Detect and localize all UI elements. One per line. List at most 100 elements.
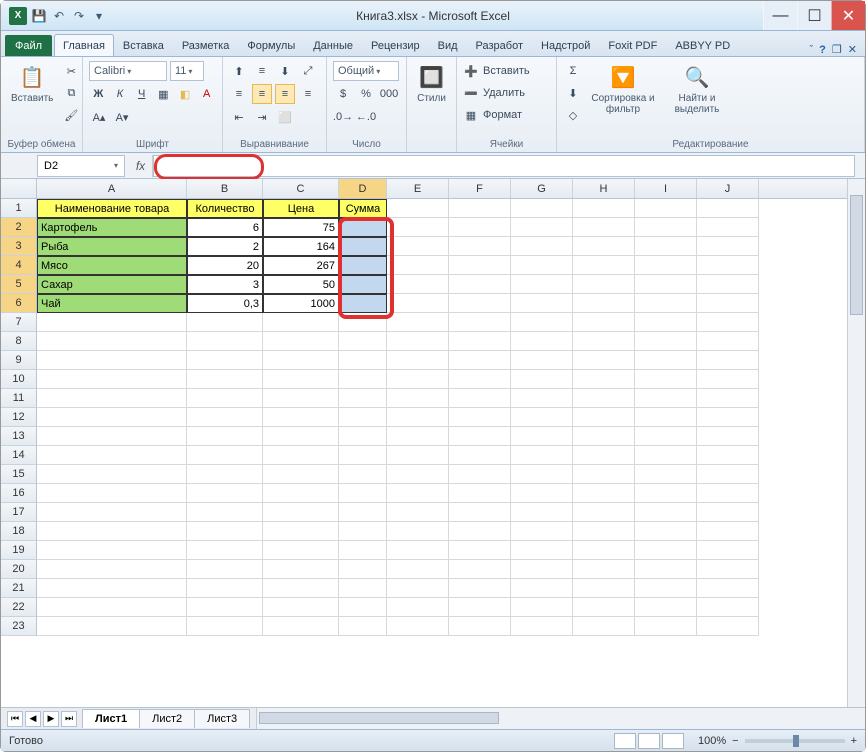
ribbon-tab-6[interactable]: Вид <box>429 34 467 56</box>
cell-B16[interactable] <box>187 484 263 503</box>
cell-C11[interactable] <box>263 389 339 408</box>
row-header-11[interactable]: 11 <box>1 389 37 408</box>
cell-A2[interactable]: Картофель <box>37 218 187 237</box>
cell-C4[interactable]: 267 <box>263 256 339 275</box>
cell-H20[interactable] <box>573 560 635 579</box>
cell-H3[interactable] <box>573 237 635 256</box>
cell-J1[interactable] <box>697 199 759 218</box>
cell-J12[interactable] <box>697 408 759 427</box>
cell-I4[interactable] <box>635 256 697 275</box>
cell-I6[interactable] <box>635 294 697 313</box>
cell-F14[interactable] <box>449 446 511 465</box>
cell-E20[interactable] <box>387 560 449 579</box>
fx-button[interactable]: fx <box>129 155 153 177</box>
cell-A8[interactable] <box>37 332 187 351</box>
cell-B21[interactable] <box>187 579 263 598</box>
column-header-J[interactable]: J <box>697 179 759 198</box>
normal-view-button[interactable] <box>614 733 636 749</box>
cell-A4[interactable]: Мясо <box>37 256 187 275</box>
row-header-17[interactable]: 17 <box>1 503 37 522</box>
cell-A15[interactable] <box>37 465 187 484</box>
cell-C12[interactable] <box>263 408 339 427</box>
cell-J10[interactable] <box>697 370 759 389</box>
vertical-scrollbar[interactable] <box>847 179 865 707</box>
zoom-in-button[interactable]: + <box>851 735 857 747</box>
cell-D22[interactable] <box>339 598 387 617</box>
cell-F4[interactable] <box>449 256 511 275</box>
cell-A10[interactable] <box>37 370 187 389</box>
cell-I12[interactable] <box>635 408 697 427</box>
row-header-3[interactable]: 3 <box>1 237 37 256</box>
cell-D5[interactable] <box>339 275 387 294</box>
cell-A18[interactable] <box>37 522 187 541</box>
cell-H21[interactable] <box>573 579 635 598</box>
row-header-21[interactable]: 21 <box>1 579 37 598</box>
cell-H9[interactable] <box>573 351 635 370</box>
orientation-button[interactable]: ⤢ <box>298 61 318 81</box>
cell-D11[interactable] <box>339 389 387 408</box>
row-header-4[interactable]: 4 <box>1 256 37 275</box>
undo-icon[interactable]: ↶ <box>51 8 67 24</box>
cell-I7[interactable] <box>635 313 697 332</box>
cell-E21[interactable] <box>387 579 449 598</box>
cell-D19[interactable] <box>339 541 387 560</box>
cell-B20[interactable] <box>187 560 263 579</box>
row-header-2[interactable]: 2 <box>1 218 37 237</box>
row-header-1[interactable]: 1 <box>1 199 37 218</box>
cell-E18[interactable] <box>387 522 449 541</box>
cell-F7[interactable] <box>449 313 511 332</box>
align-bottom-button[interactable]: ⬇ <box>275 61 295 81</box>
cell-J13[interactable] <box>697 427 759 446</box>
cell-I1[interactable] <box>635 199 697 218</box>
cell-C8[interactable] <box>263 332 339 351</box>
cell-G2[interactable] <box>511 218 573 237</box>
cell-J6[interactable] <box>697 294 759 313</box>
cell-H8[interactable] <box>573 332 635 351</box>
cell-D16[interactable] <box>339 484 387 503</box>
cell-G13[interactable] <box>511 427 573 446</box>
cell-J8[interactable] <box>697 332 759 351</box>
cell-C13[interactable] <box>263 427 339 446</box>
row-header-20[interactable]: 20 <box>1 560 37 579</box>
qat-dropdown-icon[interactable]: ▾ <box>91 8 107 24</box>
row-header-7[interactable]: 7 <box>1 313 37 332</box>
cell-H19[interactable] <box>573 541 635 560</box>
row-header-14[interactable]: 14 <box>1 446 37 465</box>
cell-F23[interactable] <box>449 617 511 636</box>
font-color-button[interactable]: A <box>197 84 216 104</box>
ribbon-tab-4[interactable]: Данные <box>304 34 362 56</box>
cell-J7[interactable] <box>697 313 759 332</box>
fill-button[interactable]: ⬇ <box>563 83 583 103</box>
find-select-button[interactable]: 🔍 Найти и выделить <box>663 61 731 117</box>
column-header-H[interactable]: H <box>573 179 635 198</box>
row-header-18[interactable]: 18 <box>1 522 37 541</box>
cell-A12[interactable] <box>37 408 187 427</box>
ribbon-tab-5[interactable]: Рецензир <box>362 34 429 56</box>
cell-C17[interactable] <box>263 503 339 522</box>
cell-A23[interactable] <box>37 617 187 636</box>
cell-E5[interactable] <box>387 275 449 294</box>
cell-A19[interactable] <box>37 541 187 560</box>
column-header-I[interactable]: I <box>635 179 697 198</box>
cut-icon[interactable]: ✂ <box>61 61 81 81</box>
cell-F16[interactable] <box>449 484 511 503</box>
cell-F9[interactable] <box>449 351 511 370</box>
align-right-button[interactable]: ≡ <box>275 84 295 104</box>
cell-B19[interactable] <box>187 541 263 560</box>
cell-H6[interactable] <box>573 294 635 313</box>
cell-J20[interactable] <box>697 560 759 579</box>
cell-H1[interactable] <box>573 199 635 218</box>
cell-I20[interactable] <box>635 560 697 579</box>
cell-G6[interactable] <box>511 294 573 313</box>
cell-D8[interactable] <box>339 332 387 351</box>
cell-B12[interactable] <box>187 408 263 427</box>
cell-C9[interactable] <box>263 351 339 370</box>
cell-G1[interactable] <box>511 199 573 218</box>
cell-A5[interactable]: Сахар <box>37 275 187 294</box>
cell-H13[interactable] <box>573 427 635 446</box>
cell-C20[interactable] <box>263 560 339 579</box>
cell-C2[interactable]: 75 <box>263 218 339 237</box>
cell-G4[interactable] <box>511 256 573 275</box>
cell-D12[interactable] <box>339 408 387 427</box>
last-sheet-button[interactable]: ⏭ <box>61 711 77 727</box>
